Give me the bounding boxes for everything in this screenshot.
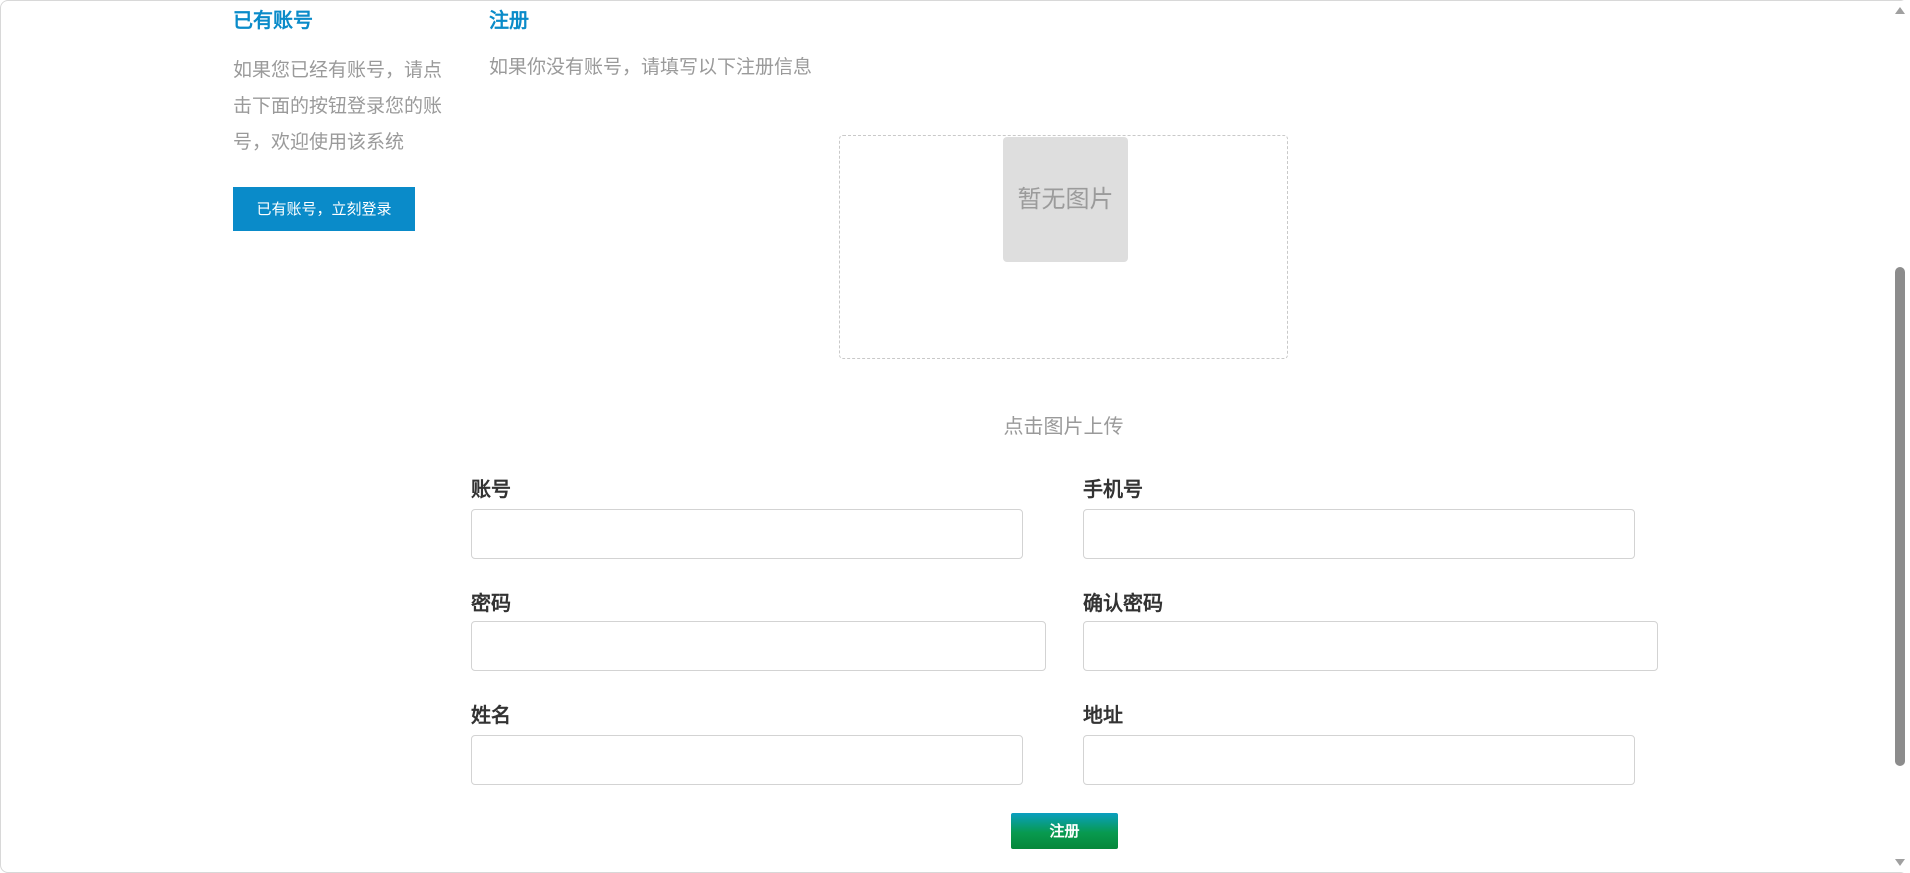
- name-label: 姓名: [471, 703, 511, 727]
- vertical-scrollbar[interactable]: [1891, 1, 1909, 872]
- name-input[interactable]: [471, 735, 1023, 785]
- register-submit-button[interactable]: 注册: [1011, 813, 1118, 849]
- account-input[interactable]: [471, 509, 1023, 559]
- address-input[interactable]: [1083, 735, 1635, 785]
- page: 已有账号 如果您已经有账号，请点击下面的按钮登录您的账号，欢迎使用该系统 已有账…: [0, 0, 1910, 873]
- login-button[interactable]: 已有账号，立刻登录: [233, 187, 415, 231]
- scrollbar-thumb[interactable]: [1895, 267, 1905, 766]
- password-input[interactable]: [471, 621, 1046, 671]
- avatar-upload-area[interactable]: 暂无图片: [839, 135, 1288, 359]
- phone-label: 手机号: [1083, 477, 1143, 501]
- address-label: 地址: [1083, 703, 1123, 727]
- register-section-title: 注册: [489, 8, 529, 32]
- phone-input[interactable]: [1083, 509, 1635, 559]
- login-description: 如果您已经有账号，请点击下面的按钮登录您的账号，欢迎使用该系统: [233, 59, 443, 153]
- confirm-password-label: 确认密码: [1083, 591, 1163, 615]
- login-section-title: 已有账号: [233, 8, 313, 32]
- scroll-up-arrow-icon[interactable]: [1895, 7, 1905, 14]
- account-label: 账号: [471, 477, 511, 501]
- upload-hint: 点击图片上传: [1003, 414, 1124, 438]
- password-label: 密码: [471, 591, 511, 615]
- scroll-down-arrow-icon[interactable]: [1895, 859, 1905, 866]
- register-description: 如果你没有账号，请填写以下注册信息: [489, 56, 813, 78]
- confirm-password-input[interactable]: [1083, 621, 1658, 671]
- image-placeholder[interactable]: 暂无图片: [1003, 137, 1128, 262]
